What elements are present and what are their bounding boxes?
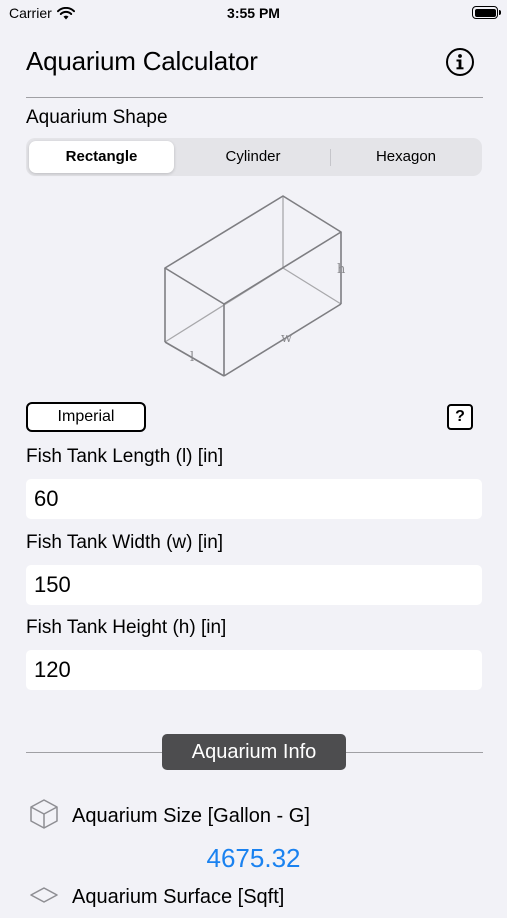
status-bar: Carrier 3:55 PM — [0, 0, 507, 28]
aquarium-info-header: Aquarium Info — [162, 734, 346, 770]
height-label: h — [337, 262, 346, 277]
segment-divider — [330, 149, 331, 166]
shape-segmented-control: Rectangle Cylinder Hexagon — [26, 138, 482, 176]
status-time: 3:55 PM — [227, 5, 280, 21]
length-input[interactable]: 60 — [26, 479, 482, 519]
segment-hexagon[interactable]: Hexagon — [332, 141, 480, 173]
width-field-label: Fish Tank Width (w) [in] — [26, 532, 224, 553]
height-input[interactable]: 120 — [26, 650, 482, 690]
segment-rectangle[interactable]: Rectangle — [29, 141, 174, 173]
aquarium-size-label: Aquarium Size [Gallon - G] — [72, 805, 310, 827]
aquarium-surface-label: Aquarium Surface [Sqft] — [72, 886, 285, 908]
help-button[interactable]: ? — [447, 404, 473, 430]
height-field-label: Fish Tank Height (h) [in] — [26, 617, 227, 638]
length-field-label: Fish Tank Length (l) [in] — [26, 446, 224, 467]
header-divider — [26, 97, 483, 98]
width-label: w — [281, 331, 292, 346]
width-input[interactable]: 150 — [26, 565, 482, 605]
length-label: l — [190, 350, 194, 365]
shape-section-label: Aquarium Shape — [26, 107, 168, 128]
aquarium-size-value: 4675.32 — [206, 843, 301, 873]
rectangular-tank-diagram: h w l — [164, 195, 346, 377]
page-title: Aquarium Calculator — [26, 46, 258, 76]
surface-icon — [30, 887, 58, 903]
unit-toggle-button[interactable]: Imperial — [26, 402, 146, 432]
battery-icon — [472, 6, 501, 19]
cube-icon — [30, 799, 58, 829]
info-divider-right — [346, 752, 483, 753]
info-icon[interactable] — [445, 47, 475, 77]
info-divider-left — [26, 752, 162, 753]
segment-cylinder[interactable]: Cylinder — [178, 141, 328, 173]
